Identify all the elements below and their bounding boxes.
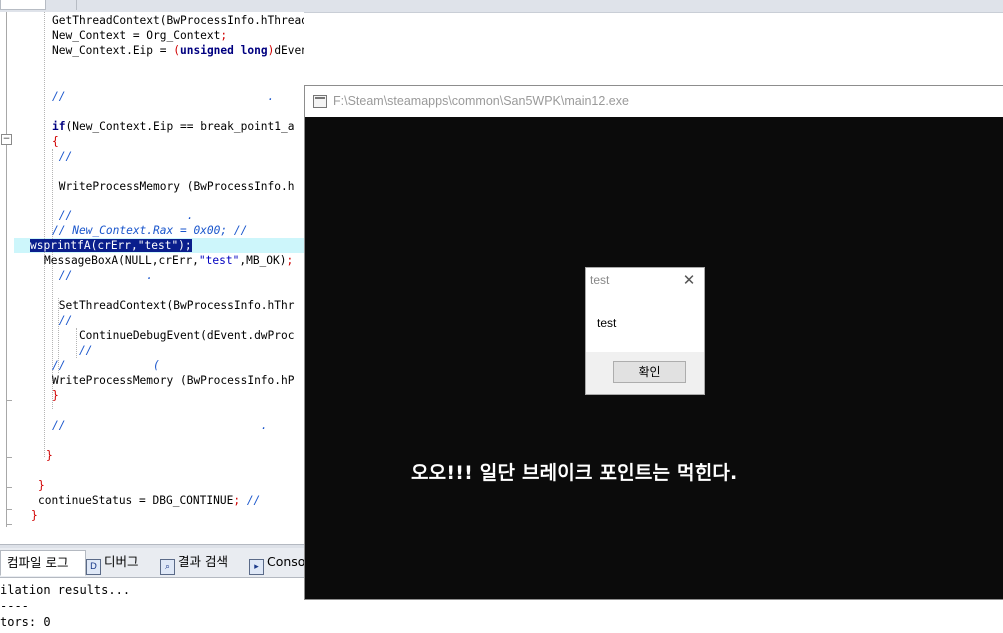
code-token: ; xyxy=(286,254,294,267)
fold-line xyxy=(6,12,7,527)
code-line[interactable]: New_Context = Org_Context; xyxy=(52,28,227,43)
output-line: ---- xyxy=(0,599,29,613)
indent-guide xyxy=(44,12,45,457)
code-line[interactable]: GetThreadContext(BwProcessInfo.hThread,&… xyxy=(52,13,304,28)
code-line[interactable]: continueStatus = DBG_CONTINUE; // xyxy=(38,493,260,508)
fold-end-marker xyxy=(6,400,12,401)
compile-output[interactable]: ilation results... ---- tors: 0 xyxy=(0,578,304,633)
code-token: if xyxy=(52,120,66,133)
code-line[interactable]: wsprintfA(crErr,"test"); xyxy=(30,238,192,253)
code-token: continueStatus = DBG_CONTINUE xyxy=(38,494,234,507)
code-token: // xyxy=(52,314,73,327)
code-token: ContinueDebugEvent(dEvent.dwProc xyxy=(52,329,295,342)
game-window-titlebar[interactable]: F:\Steam\steamapps\common\San5WPK\main12… xyxy=(305,86,1003,117)
code-token: } xyxy=(52,389,59,402)
code-token: unsigned long xyxy=(180,44,268,57)
code-token: // . xyxy=(52,209,194,222)
message-box-text: test xyxy=(597,316,617,330)
code-token: // . xyxy=(52,90,275,103)
code-token: } xyxy=(46,449,53,462)
code-line[interactable]: // xyxy=(52,313,72,328)
code-token: } xyxy=(38,479,45,492)
game-message: 오오!!! 일단 브레이크 포인트는 먹힌다. xyxy=(411,462,738,484)
debug-icon: D xyxy=(86,559,101,575)
code-token: // xyxy=(52,150,73,163)
ok-button[interactable]: 확인 xyxy=(613,361,686,383)
code-line[interactable]: // . xyxy=(52,89,274,104)
code-line[interactable]: // New_Context.Rax = 0x00; // xyxy=(52,223,247,238)
tab-compile-log[interactable]: 컴파일 로그 xyxy=(0,550,86,576)
code-token: "test" xyxy=(198,254,240,267)
tab-search-results[interactable]: ⌕ 결과 검색 xyxy=(160,550,228,575)
code-line[interactable]: { xyxy=(52,134,59,149)
code-line[interactable]: // . xyxy=(52,418,268,433)
code-line[interactable]: } xyxy=(38,478,45,493)
code-token: ; xyxy=(220,29,228,42)
tab-compile-log-label: 컴파일 로그 xyxy=(7,555,69,570)
message-box-dialog: test ✕ test 확인 xyxy=(585,267,705,395)
code-line[interactable]: // ( xyxy=(52,358,160,373)
code-token: MessageBoxA(NULL,crErr, xyxy=(44,254,199,267)
fold-end-marker xyxy=(6,524,12,525)
console-icon: ▸ xyxy=(249,559,264,575)
fold-toggle-icon[interactable]: − xyxy=(1,134,12,145)
message-box-title: test xyxy=(590,273,610,287)
code-line[interactable]: SetThreadContext(BwProcessInfo.hThr xyxy=(52,298,295,313)
code-token: // xyxy=(240,494,261,507)
code-token: { xyxy=(52,135,59,148)
output-panel-tabs: 컴파일 로그 D 디버그 ⌕ 결과 검색 ▸ Conso xyxy=(0,548,306,578)
code-token: ,MB_OK) xyxy=(239,254,287,267)
code-token: (New_Context.Eip == break_point1_a xyxy=(65,120,295,133)
code-token: // New_Context.Rax = 0x00; // xyxy=(52,224,248,237)
code-token: dEvent.u.Exception.ExceptionRecord.Excep… xyxy=(274,44,304,57)
code-line[interactable]: MessageBoxA(NULL,crErr,"test",MB_OK); xyxy=(44,253,293,268)
code-token: SetThreadContext(BwProcessInfo.hThr xyxy=(52,299,295,312)
code-line[interactable]: New_Context.Eip = (unsigned long)dEvent.… xyxy=(52,43,304,58)
tab-console-label: Conso xyxy=(267,554,306,569)
search-results-icon: ⌕ xyxy=(160,559,175,575)
code-editor[interactable]: − GetThreadContext(BwProcessInfo.hThread… xyxy=(0,12,304,544)
code-token: } xyxy=(31,509,38,522)
selected-code-text: wsprintfA(crErr,"test"); xyxy=(30,239,192,252)
code-line[interactable]: ContinueDebugEvent(dEvent.dwProc xyxy=(52,328,295,343)
code-token: // xyxy=(52,344,93,357)
editor-gutter: − xyxy=(0,12,14,544)
tab-search-results-label: 결과 검색 xyxy=(178,554,228,569)
code-line[interactable]: } xyxy=(46,448,53,463)
fold-end-marker xyxy=(6,509,12,510)
code-line[interactable]: // xyxy=(52,149,72,164)
code-token: // . xyxy=(52,419,268,432)
code-line[interactable]: // . xyxy=(52,208,194,223)
code-line[interactable]: // xyxy=(52,343,92,358)
code-line[interactable]: } xyxy=(31,508,38,523)
tab-debug-label: 디버그 xyxy=(104,554,139,569)
code-line[interactable]: // . xyxy=(52,268,153,283)
close-icon[interactable]: ✕ xyxy=(680,271,698,289)
code-token: New_Context = Org_Context xyxy=(52,29,221,42)
message-box-titlebar[interactable]: test ✕ xyxy=(586,268,704,294)
code-token: // ( xyxy=(52,359,160,372)
editor-tab-active[interactable] xyxy=(0,0,46,10)
fold-end-marker xyxy=(6,487,12,488)
editor-tab[interactable] xyxy=(62,0,77,10)
tab-debug[interactable]: D 디버그 xyxy=(86,550,139,575)
output-line: tors: 0 xyxy=(0,615,51,629)
code-line[interactable]: if(New_Context.Eip == break_point1_a xyxy=(52,119,295,134)
output-line: ilation results... xyxy=(0,583,131,597)
code-token: GetThreadContext(BwProcessInfo.hThread, xyxy=(52,14,304,27)
code-token: WriteProcessMemory (BwProcessInfo.hP xyxy=(52,374,295,387)
game-window-title: F:\Steam\steamapps\common\San5WPK\main12… xyxy=(333,94,629,108)
code-token: WriteProcessMemory (BwProcessInfo.h xyxy=(52,180,295,193)
code-token: ( xyxy=(173,44,180,57)
code-line[interactable]: WriteProcessMemory (BwProcessInfo.hP xyxy=(52,373,294,388)
code-token: New_Context.Eip = xyxy=(52,44,174,57)
message-box-footer: 확인 xyxy=(586,352,704,394)
code-line[interactable]: WriteProcessMemory (BwProcessInfo.h xyxy=(52,179,295,194)
message-box-body: test xyxy=(586,294,704,352)
fold-end-marker xyxy=(6,457,12,458)
app-window-icon xyxy=(313,95,327,108)
tab-console[interactable]: ▸ Conso xyxy=(249,550,306,575)
code-token: // . xyxy=(52,269,154,282)
code-line[interactable]: } xyxy=(52,388,59,403)
